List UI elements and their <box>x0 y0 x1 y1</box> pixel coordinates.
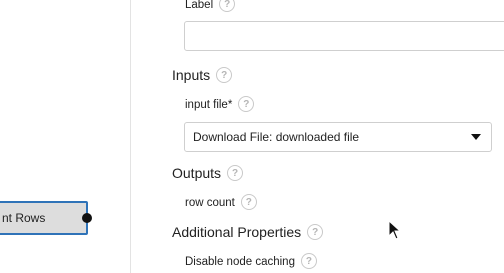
mouse-cursor-icon <box>388 220 402 240</box>
properties-panel: Label? Inputs? input file*? Download Fil… <box>131 0 504 273</box>
inputs-section-title: Inputs? <box>172 67 233 84</box>
node-label: nt Rows <box>2 211 46 225</box>
chevron-down-icon <box>471 134 481 140</box>
help-icon[interactable]: ? <box>219 0 236 12</box>
label-input[interactable] <box>184 21 504 51</box>
help-icon[interactable]: ? <box>307 224 324 241</box>
input-file-label: input file*? <box>185 96 255 113</box>
input-file-select[interactable]: Download File: downloaded file <box>184 122 492 152</box>
input-file-selected-value: Download File: downloaded file <box>193 130 360 144</box>
additional-properties-title: Additional Properties? <box>172 224 324 241</box>
label-field-label: Label? <box>185 0 236 13</box>
help-icon[interactable]: ? <box>227 165 244 182</box>
node-output-port[interactable] <box>82 213 92 223</box>
help-icon[interactable]: ? <box>240 194 257 210</box>
help-icon[interactable]: ? <box>238 96 255 112</box>
help-icon[interactable]: ? <box>216 67 233 84</box>
disable-caching-label: Disable node caching? <box>185 253 317 270</box>
outputs-section-title: Outputs? <box>172 165 244 182</box>
help-icon[interactable]: ? <box>300 253 317 269</box>
workflow-node[interactable]: nt Rows <box>0 201 88 235</box>
row-count-label: row count? <box>185 194 257 211</box>
